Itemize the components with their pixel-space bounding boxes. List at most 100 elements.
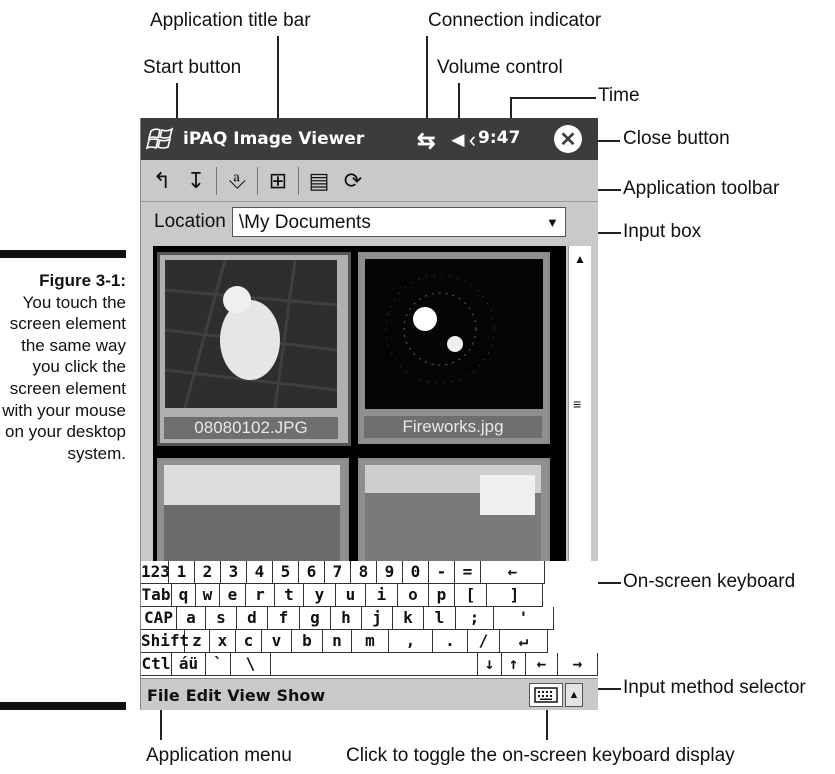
key[interactable]: v — [262, 630, 292, 653]
key[interactable]: n — [323, 630, 352, 653]
key[interactable]: ] — [487, 584, 543, 607]
key[interactable]: 1 — [169, 561, 195, 584]
key[interactable]: [ — [455, 584, 487, 607]
key[interactable]: ← — [481, 561, 545, 584]
input-method-arrow-icon[interactable]: ▲ — [565, 683, 583, 707]
key[interactable]: . — [433, 630, 468, 653]
key[interactable]: i — [366, 584, 398, 607]
key[interactable]: - — [429, 561, 455, 584]
key[interactable]: 5 — [273, 561, 299, 584]
key[interactable]: \ — [231, 653, 271, 676]
callout-toggle-keyboard: Click to toggle the on-screen keyboard d… — [346, 745, 735, 766]
key[interactable]: f — [268, 607, 300, 630]
dropdown-arrow-icon[interactable]: ▼ — [546, 208, 559, 238]
thumbnail-grid: 08080102.JPG Fireworks.jpg — [153, 246, 566, 572]
key[interactable]: 9 — [377, 561, 403, 584]
key-ctrl[interactable]: Ctl — [141, 653, 172, 676]
key[interactable]: 7 — [325, 561, 351, 584]
key[interactable]: s — [206, 607, 237, 630]
key-caps[interactable]: CAP — [141, 607, 177, 630]
scroll-up-arrow-icon[interactable]: ▲ — [574, 252, 586, 266]
key[interactable]: t — [275, 584, 304, 607]
location-value: \My Documents — [238, 212, 371, 233]
title-bar: iPAQ Image Viewer ⇆ ◄‹ 9:47 ✕ — [141, 118, 598, 160]
key[interactable]: z — [185, 630, 210, 653]
key[interactable]: = — [455, 561, 481, 584]
key[interactable]: 0 — [403, 561, 429, 584]
key[interactable]: ↑ — [502, 653, 526, 676]
key[interactable]: u — [336, 584, 366, 607]
location-input[interactable]: \My Documents ▼ — [231, 207, 566, 238]
thumbnail-label: 08080102.JPG — [164, 417, 338, 439]
key[interactable]: 2 — [195, 561, 221, 584]
down-arrow-icon[interactable]: ↧ — [179, 164, 213, 198]
rotate-icon[interactable]: ⟳ — [336, 164, 370, 198]
keyboard-row: Ctl áü ` \ ↓ ↑ ← → — [141, 653, 598, 676]
speaker-icon[interactable]: ◄‹ — [447, 127, 476, 153]
key[interactable]: e — [220, 584, 246, 607]
thumbnail[interactable] — [157, 458, 349, 572]
key-shift[interactable]: Shift — [141, 630, 189, 653]
caption-rule-bottom — [0, 702, 126, 710]
key[interactable]: 6 — [299, 561, 325, 584]
thumbnail[interactable] — [358, 458, 550, 572]
info-icon[interactable]: ⎀ — [220, 164, 254, 198]
key[interactable]: r — [246, 584, 275, 607]
key[interactable]: 3 — [221, 561, 247, 584]
key[interactable]: x — [210, 630, 236, 653]
menu-show[interactable]: Show — [276, 686, 325, 705]
key[interactable]: ' — [494, 607, 554, 630]
location-bar: Location \My Documents ▼ — [141, 202, 598, 242]
key[interactable]: ↓ — [478, 653, 502, 676]
key[interactable]: j — [362, 607, 393, 630]
connection-icon[interactable]: ⇆ — [417, 128, 435, 154]
slideshow-icon[interactable]: ▤ — [302, 164, 336, 198]
key[interactable]: p — [429, 584, 455, 607]
key[interactable]: ` — [206, 653, 231, 676]
vertical-scrollbar[interactable]: ▲ ≡ — [568, 246, 591, 561]
key-tab[interactable]: Tab — [141, 584, 172, 607]
fit-screen-icon[interactable]: ⊞ — [261, 164, 295, 198]
start-button[interactable] — [141, 118, 181, 160]
thumbnail[interactable]: Fireworks.jpg — [358, 252, 550, 444]
key[interactable]: l — [424, 607, 456, 630]
leader-time-v — [510, 97, 512, 119]
key[interactable]: w — [196, 584, 220, 607]
key[interactable]: c — [236, 630, 262, 653]
key[interactable]: áü — [172, 653, 206, 676]
key[interactable]: y — [304, 584, 336, 607]
clock[interactable]: 9:47 — [478, 128, 520, 148]
keyboard-toggle-button[interactable] — [529, 683, 563, 707]
windows-flag-icon — [146, 127, 174, 150]
key[interactable]: , — [389, 630, 433, 653]
key[interactable]: 4 — [247, 561, 273, 584]
key[interactable]: h — [331, 607, 362, 630]
key[interactable]: b — [292, 630, 323, 653]
figure-caption-text: You touch the screen element the same wa… — [2, 292, 126, 463]
key[interactable]: ; — [456, 607, 494, 630]
up-folder-icon[interactable]: ↰ — [145, 164, 179, 198]
key[interactable]: 8 — [351, 561, 377, 584]
key[interactable]: k — [393, 607, 424, 630]
scroll-thumb-icon[interactable]: ≡ — [573, 396, 581, 412]
key[interactable]: ← — [526, 653, 558, 676]
menu-edit[interactable]: Edit — [186, 686, 222, 705]
close-button[interactable]: ✕ — [554, 125, 582, 153]
key[interactable]: / — [468, 630, 500, 653]
thumbnail[interactable]: 08080102.JPG — [157, 252, 351, 446]
key[interactable]: ↵ — [500, 630, 548, 653]
key-123[interactable]: 123 — [141, 561, 170, 584]
app-title: iPAQ Image Viewer — [183, 129, 365, 149]
menu-view[interactable]: View — [227, 686, 270, 705]
key[interactable]: o — [398, 584, 429, 607]
menu-file[interactable]: File — [147, 686, 180, 705]
key[interactable]: m — [352, 630, 389, 653]
cat-photo — [165, 260, 337, 408]
key[interactable]: q — [172, 584, 196, 607]
key[interactable]: a — [177, 607, 206, 630]
key[interactable]: g — [300, 607, 331, 630]
callout-connection-indicator: Connection indicator — [428, 10, 602, 31]
key-space[interactable] — [271, 653, 478, 676]
key[interactable]: → — [558, 653, 598, 676]
key[interactable]: d — [237, 607, 268, 630]
